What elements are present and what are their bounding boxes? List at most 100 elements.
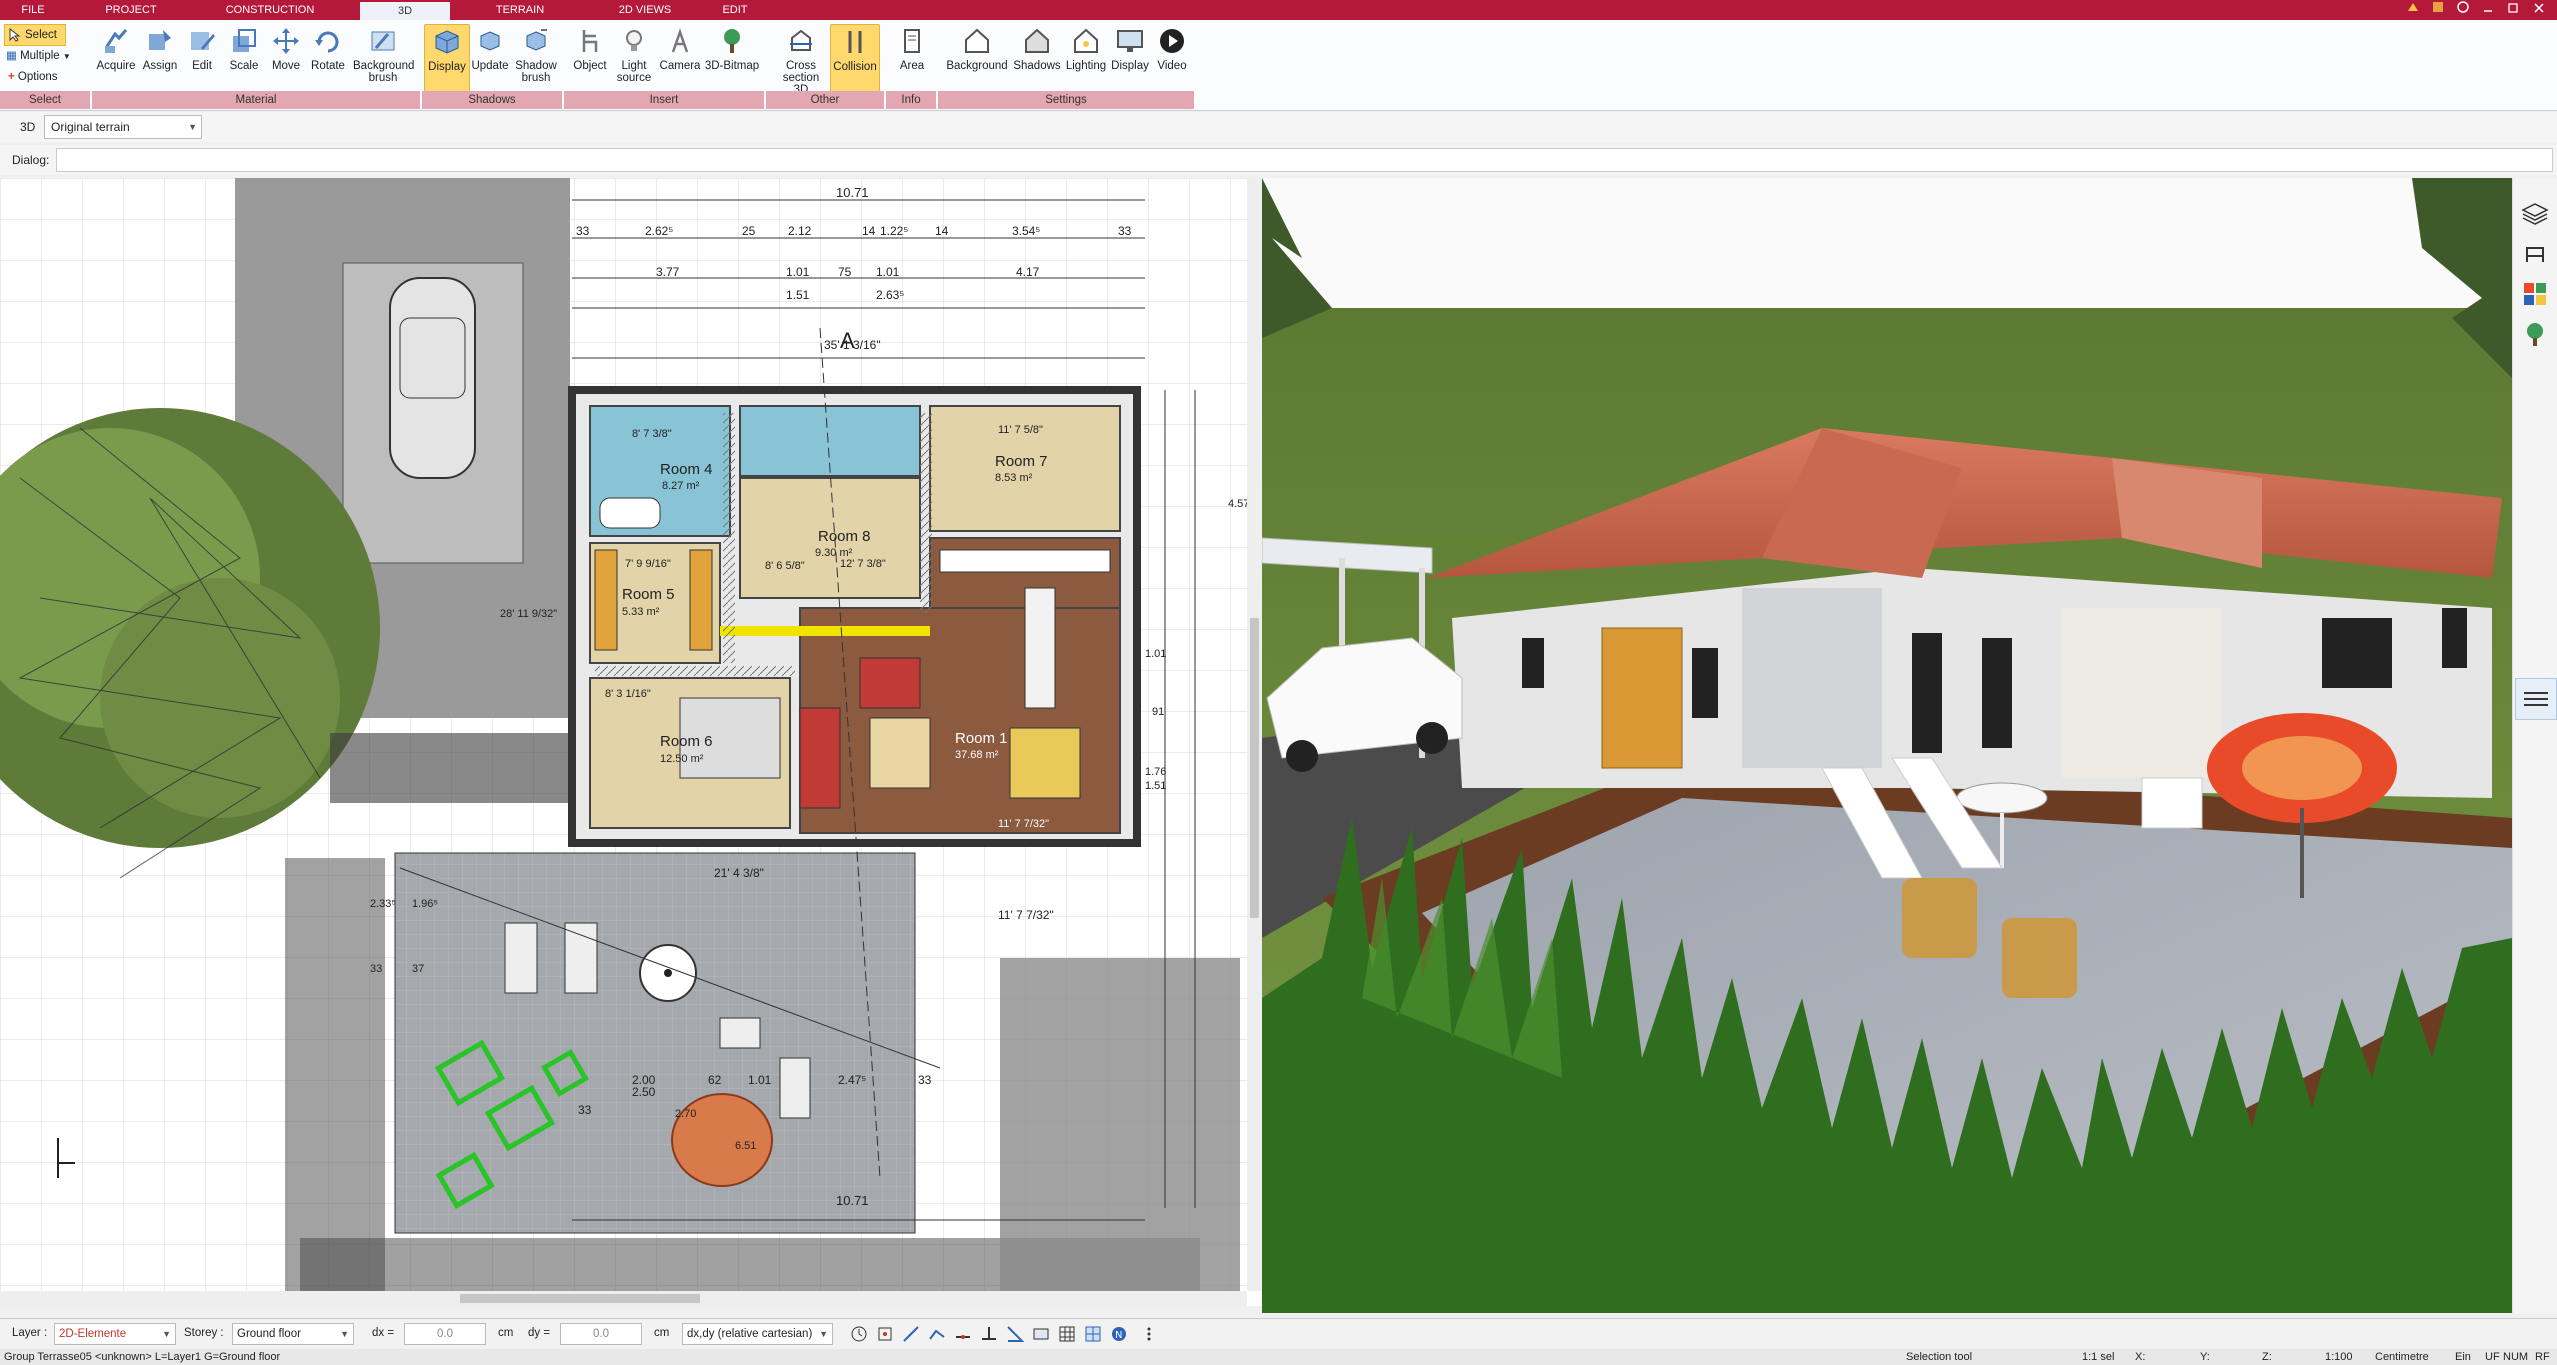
terrain-select[interactable]: Original terrain ▼ [44, 115, 202, 139]
dialog-label: Dialog: [12, 153, 50, 167]
storey-select[interactable]: Ground floor ▼ [232, 1323, 354, 1345]
more-options-icon[interactable] [1140, 1325, 1158, 1343]
coordinate-mode-value: dx,dy (relative cartesian) [687, 1328, 813, 1340]
lighting-button[interactable]: Lighting [1062, 24, 1110, 92]
select-button[interactable]: Select [4, 24, 66, 46]
quick-access-icon[interactable] [2400, 0, 2426, 20]
area-icon [904, 29, 920, 53]
dim-top-total: 10.71 [836, 185, 869, 200]
help-icon[interactable] [2450, 0, 2476, 20]
dialog-field[interactable] [56, 148, 2553, 172]
dim-bottom-total: 10.71 [836, 1193, 869, 1208]
coordinate-mode-select[interactable]: dx,dy (relative cartesian) ▼ [682, 1323, 833, 1345]
shadow-brush-button[interactable]: Shadow brush [512, 24, 560, 92]
dim-row2-2: 75 [838, 265, 852, 279]
storey-value: Ground floor [237, 1328, 301, 1340]
object-button[interactable]: Object [566, 24, 614, 92]
tab-project[interactable]: PROJECT [96, 0, 166, 20]
assign-button[interactable]: Assign [138, 24, 182, 92]
snap-line-icon[interactable] [902, 1325, 920, 1343]
scale-button[interactable]: Scale [224, 24, 264, 92]
tab-terrain[interactable]: TERRAIN [485, 0, 555, 20]
tab-file[interactable]: FILE [8, 0, 58, 20]
tab-2d-views[interactable]: 2D VIEWS [605, 0, 685, 20]
furniture-catalog-icon[interactable] [2521, 240, 2549, 268]
layer-select[interactable]: 2D-Elemente ▼ [54, 1323, 176, 1345]
tools-icon[interactable] [2425, 0, 2451, 20]
room-7-dim: 11' 7 5/8" [998, 424, 1043, 436]
snap-surface-icon[interactable] [1032, 1325, 1050, 1343]
panel-toggle-icon[interactable] [2515, 678, 2557, 720]
snap-mid-icon[interactable] [954, 1325, 972, 1343]
play-icon [1160, 29, 1184, 53]
video-button[interactable]: Video [1152, 24, 1192, 92]
snap-angle-icon[interactable] [1006, 1325, 1025, 1343]
materials-icon[interactable] [2521, 280, 2549, 308]
3d-view[interactable] [1262, 178, 2512, 1313]
display-shadows-button[interactable]: Display [424, 24, 470, 94]
multiple-dropdown[interactable]: ▦ Multiple ▼ [6, 47, 86, 65]
house-background-icon [965, 28, 989, 53]
tab-edit[interactable]: EDIT [715, 0, 755, 20]
shadows-settings-button[interactable]: Shadows [1012, 24, 1062, 92]
floor-plan-canvas [0, 178, 1262, 1306]
plan-vertical-scroll-thumb[interactable] [1250, 618, 1259, 918]
dx-input[interactable]: 0.0 [404, 1323, 486, 1345]
room-1-dim: 11' 7 7/32" [998, 818, 1050, 830]
z-coordinate-label: Z: [2262, 1351, 2272, 1363]
layers-icon[interactable] [2521, 200, 2549, 228]
move-button[interactable]: Move [266, 24, 306, 92]
dim-left-0: 2.33⁵ [370, 898, 396, 910]
view-mode-label: 3D [20, 120, 36, 134]
light-source-label: Light source [616, 60, 652, 84]
dy-input[interactable]: 0.0 [560, 1323, 642, 1345]
display-settings-button[interactable]: Display [1106, 24, 1154, 92]
background-button[interactable]: Background [944, 24, 1010, 92]
close-icon[interactable] [2526, 0, 2552, 20]
floor-plan-view[interactable]: 10.71 33 2.62⁵ 25 2.12 14 1.22⁵ 14 3.54⁵… [0, 178, 1263, 1306]
background-brush-label: Background brush [353, 60, 415, 84]
chevron-down-icon: ▼ [819, 1329, 828, 1339]
dim-terrace-6: 33 [918, 1073, 932, 1087]
camera-button[interactable]: Camera [656, 24, 704, 92]
plants-icon[interactable] [2521, 320, 2549, 348]
maximize-icon[interactable] [2500, 0, 2526, 20]
snap-active-icon[interactable]: N [1110, 1325, 1128, 1343]
snap-end-icon[interactable] [928, 1325, 946, 1343]
3d-scene [1262, 178, 2512, 1313]
plan-vertical-scrollbar[interactable] [1247, 178, 1262, 1291]
chair-icon [582, 30, 598, 52]
tab-construction[interactable]: CONSTRUCTION [215, 0, 325, 20]
dx-unit: cm [498, 1327, 514, 1339]
scale-value: 1:100 [2325, 1351, 2353, 1363]
grid-icon[interactable] [1058, 1325, 1076, 1343]
rotate-button[interactable]: Rotate [306, 24, 350, 92]
tab-3d[interactable]: 3D [360, 0, 450, 20]
clock-icon[interactable] [850, 1325, 868, 1343]
collision-button[interactable]: Collision [830, 24, 880, 94]
move-label: Move [271, 60, 301, 72]
options-button[interactable]: + Options [8, 68, 78, 86]
edit-label: Edit [192, 60, 212, 72]
snap-grid-icon[interactable] [1084, 1325, 1102, 1343]
edit-button[interactable]: Edit [182, 24, 222, 92]
area-button[interactable]: Area [890, 24, 934, 92]
plan-horizontal-scroll-thumb[interactable] [460, 1294, 700, 1303]
light-source-button[interactable]: Light source [614, 24, 654, 92]
minimize-icon[interactable] [2475, 0, 2501, 20]
plan-horizontal-scrollbar[interactable] [0, 1291, 1247, 1306]
3d-bitmap-button[interactable]: 3D-Bitmap [704, 24, 760, 92]
cross-section-3d-button[interactable]: Cross section 3D [776, 24, 826, 96]
snap-perp-icon[interactable] [980, 1325, 998, 1343]
background-brush-button[interactable]: Background brush [348, 24, 418, 92]
acquire-button[interactable]: Acquire [92, 24, 140, 92]
update-button[interactable]: Update [468, 24, 512, 92]
dy-unit: cm [654, 1327, 670, 1339]
snap-point-icon[interactable] [876, 1325, 894, 1343]
room-8-area: 9.30 m² [815, 547, 853, 559]
ein-indicator: Ein [2455, 1351, 2471, 1363]
dim-row3-1: 2.63⁵ [876, 288, 905, 302]
chevron-down-icon: ▼ [162, 1329, 171, 1339]
dim-row1-0: 33 [576, 224, 590, 238]
rf-indicator: RF [2535, 1351, 2550, 1363]
